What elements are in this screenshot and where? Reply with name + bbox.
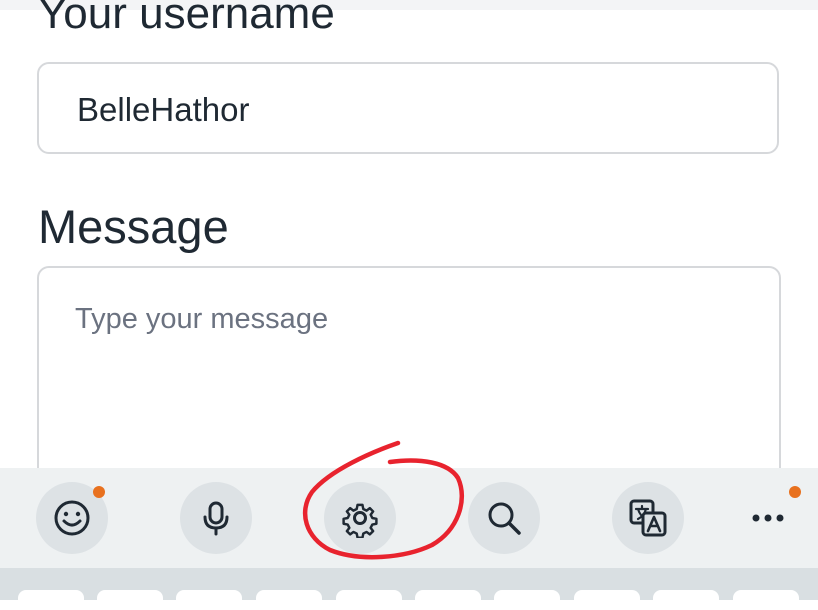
username-value: BelleHathor bbox=[77, 91, 250, 128]
translate-button[interactable] bbox=[612, 482, 684, 554]
emoji-badge bbox=[93, 486, 105, 498]
voice-input-button[interactable] bbox=[180, 482, 252, 554]
gear-icon bbox=[342, 503, 378, 538]
key[interactable] bbox=[336, 590, 402, 610]
key[interactable] bbox=[574, 590, 640, 610]
keyboard-keys-row bbox=[0, 568, 818, 610]
settings-button[interactable] bbox=[324, 482, 396, 554]
key[interactable] bbox=[97, 590, 163, 610]
search-icon bbox=[488, 502, 521, 535]
key[interactable] bbox=[18, 590, 84, 610]
key[interactable] bbox=[415, 590, 481, 610]
keyboard-toolbar bbox=[0, 468, 818, 568]
more-horizontal-icon bbox=[752, 514, 784, 522]
key[interactable] bbox=[653, 590, 719, 610]
translate-icon bbox=[629, 499, 667, 537]
search-button[interactable] bbox=[468, 482, 540, 554]
username-field[interactable]: BelleHathor bbox=[37, 62, 779, 154]
username-label: Your username bbox=[38, 0, 335, 38]
key[interactable] bbox=[176, 590, 242, 610]
message-placeholder: Type your message bbox=[75, 303, 329, 335]
key[interactable] bbox=[256, 590, 322, 610]
key[interactable] bbox=[494, 590, 560, 610]
message-label: Message bbox=[38, 200, 229, 253]
smiley-icon bbox=[54, 500, 90, 536]
key[interactable] bbox=[733, 590, 799, 610]
microphone-icon bbox=[203, 501, 229, 536]
more-badge bbox=[789, 486, 801, 498]
